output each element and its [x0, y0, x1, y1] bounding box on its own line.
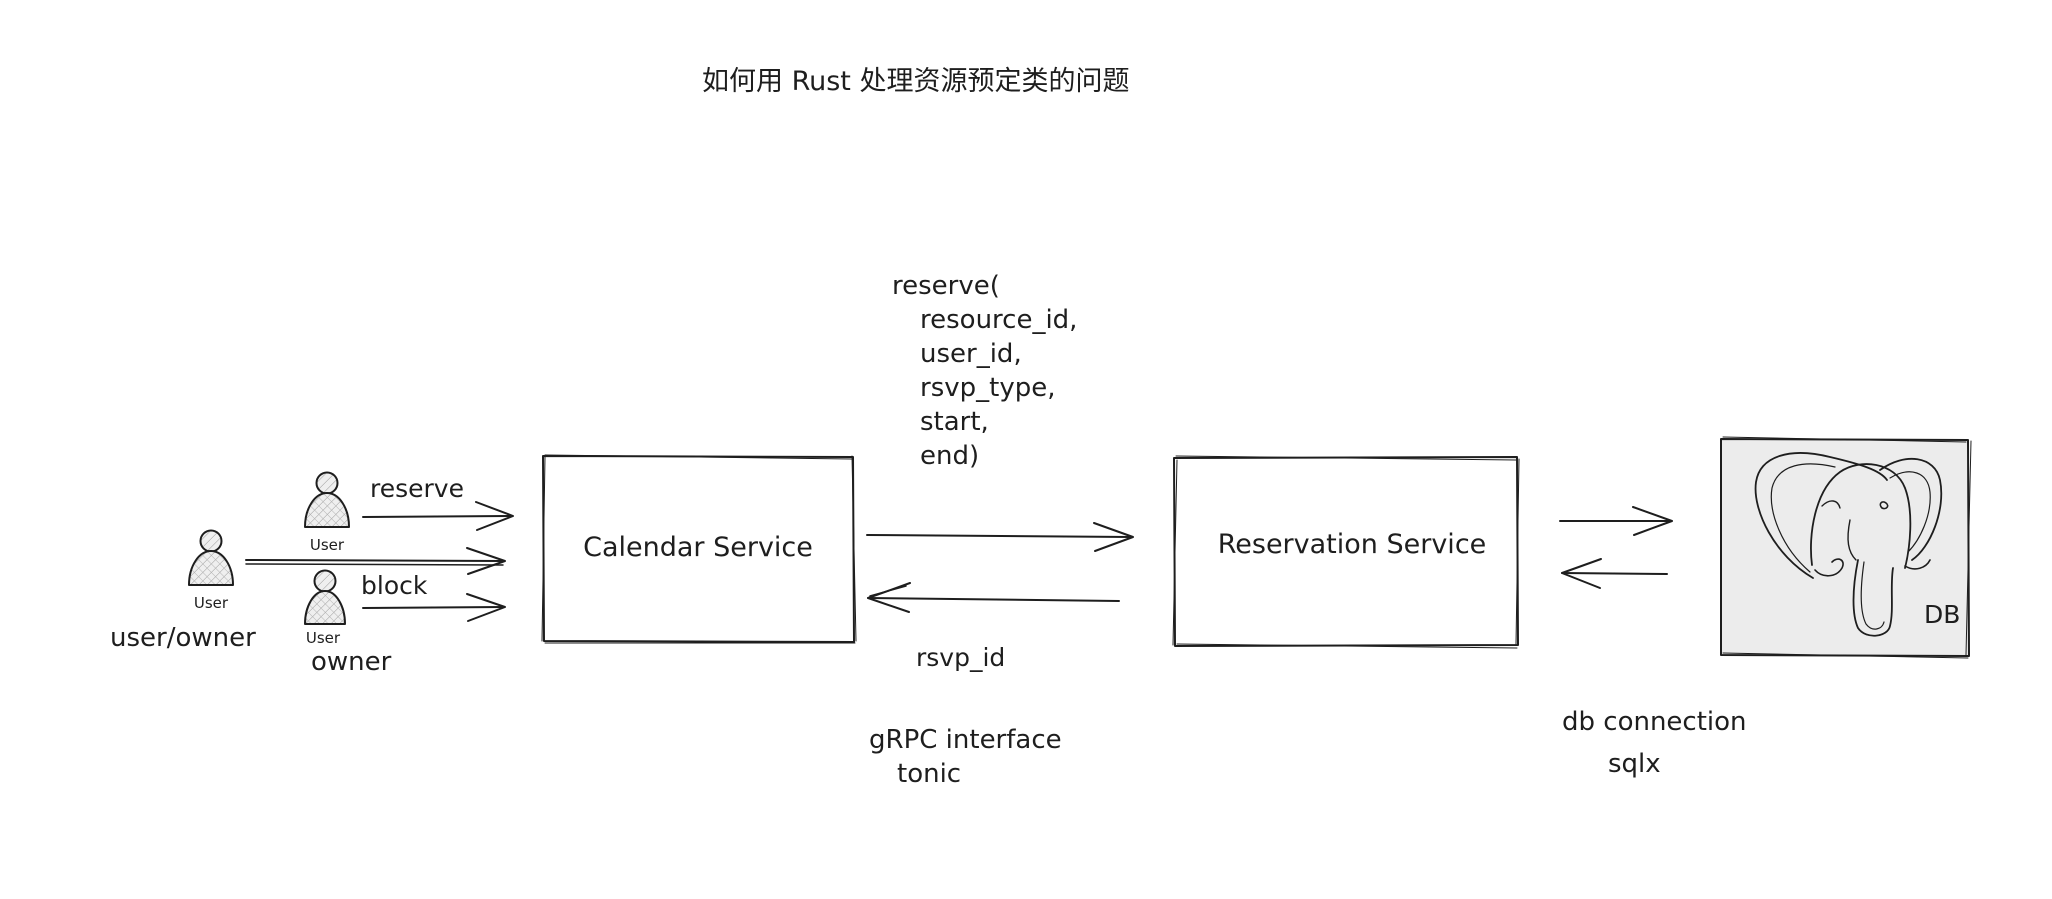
call-signature-line: start,: [920, 407, 989, 437]
calendar-service-label: Calendar Service: [583, 532, 813, 563]
block-arrow-label: block: [361, 571, 428, 600]
db-label: DB: [1924, 600, 1960, 629]
reservation-service-label: Reservation Service: [1218, 529, 1487, 560]
response-arrow-label: rsvp_id: [916, 643, 1005, 672]
call-signature: reserve( resource_id, user_id, rsvp_type…: [892, 271, 1077, 471]
main-user-small-label: User: [194, 594, 229, 612]
reserve-arrow-label: reserve: [370, 474, 464, 503]
interface-note-line: gRPC interface: [869, 725, 1062, 755]
architecture-diagram: 如何用 Rust 处理资源预定类的问题 User user/owner User…: [110, 66, 1972, 789]
user-icon: [188, 529, 234, 586]
call-signature-line: end): [920, 441, 979, 471]
call-signature-line: rsvp_type,: [920, 373, 1055, 403]
page-title: 如何用 Rust 处理资源预定类的问题: [702, 66, 1129, 97]
db-request-arrow: [1559, 506, 1673, 536]
user-icon: [304, 569, 346, 625]
call-signature-line: user_id,: [920, 339, 1022, 369]
block-user-caption: owner: [311, 647, 392, 677]
db-note-line: db connection: [1562, 707, 1747, 737]
main-user-caption: user/owner: [110, 623, 256, 653]
response-arrow: [867, 582, 1120, 613]
reserve-user-small-label: User: [310, 536, 345, 554]
interface-note-line: tonic: [897, 759, 961, 789]
block-user-small-label: User: [306, 629, 341, 647]
db-response-arrow: [1561, 558, 1668, 589]
call-signature-line: reserve(: [892, 271, 1000, 301]
reserve-arrow: [362, 501, 514, 531]
user-icon: [304, 471, 350, 528]
call-signature-line: resource_id,: [920, 305, 1077, 335]
request-arrow: [866, 522, 1134, 552]
db-note-line: sqlx: [1608, 749, 1661, 779]
